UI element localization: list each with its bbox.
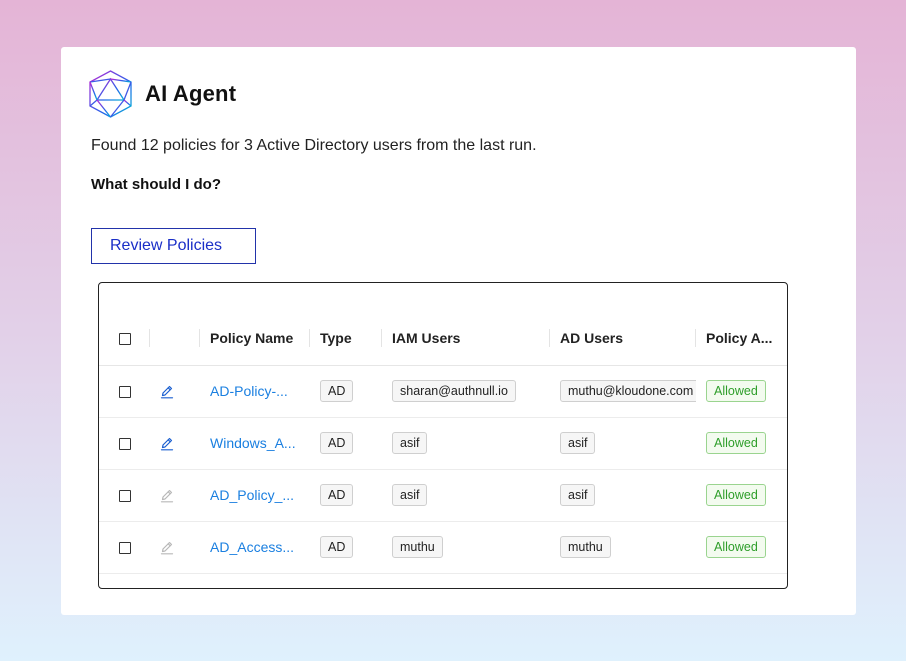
select-all-header xyxy=(99,311,150,366)
iam-user-tag: asif xyxy=(392,484,428,506)
column-header-policy-access[interactable]: Policy A... xyxy=(696,311,787,366)
row-checkbox[interactable] xyxy=(119,438,131,451)
edit-icon[interactable] xyxy=(160,539,174,555)
row-checkbox[interactable] xyxy=(119,386,131,399)
table-header-row: Policy Name Type IAM Users AD Users Poli… xyxy=(99,311,787,366)
policy-name-link[interactable]: AD_Policy_... xyxy=(210,487,294,503)
ai-agent-card: AI Agent Found 12 policies for 3 Active … xyxy=(61,47,856,615)
policies-table: Policy Name Type IAM Users AD Users Poli… xyxy=(98,282,788,589)
table-row: AD_Policy_... AD asif asif Allowed xyxy=(99,469,787,522)
row-checkbox[interactable] xyxy=(119,542,131,555)
type-tag: AD xyxy=(320,432,354,454)
edit-column-header xyxy=(150,311,200,366)
ad-user-tag: asif xyxy=(560,484,596,506)
table-row: AD-Policy-... AD sharan@authnull.io muth… xyxy=(99,365,787,418)
iam-user-tag: sharan@authnull.io xyxy=(392,380,516,402)
edit-icon[interactable] xyxy=(160,487,174,503)
review-policies-button[interactable]: Review Policies xyxy=(91,228,256,264)
agent-title: AI Agent xyxy=(145,81,237,106)
iam-user-tag: asif xyxy=(392,432,428,454)
policy-name-link[interactable]: AD-Policy-... xyxy=(210,383,288,399)
type-tag: AD xyxy=(320,484,354,506)
column-header-type[interactable]: Type xyxy=(310,311,382,366)
column-header-iam-users[interactable]: IAM Users xyxy=(382,311,550,366)
ad-user-tag: asif xyxy=(560,432,596,454)
type-tag: AD xyxy=(320,380,354,402)
table-row: Windows_A... AD asif asif Allowed xyxy=(99,417,787,470)
edit-icon[interactable] xyxy=(160,435,174,451)
agent-question: What should I do? xyxy=(91,176,221,193)
iam-user-tag: muthu xyxy=(392,536,443,558)
column-header-policy-name[interactable]: Policy Name xyxy=(200,311,310,366)
select-all-checkbox[interactable] xyxy=(119,333,131,346)
column-header-ad-users[interactable]: AD Users xyxy=(550,311,696,366)
type-tag: AD xyxy=(320,536,354,558)
policy-name-link[interactable]: Windows_A... xyxy=(210,435,296,451)
agent-header: AI Agent xyxy=(88,69,236,119)
policy-name-link[interactable]: AD_Access... xyxy=(210,539,294,555)
agent-message: Found 12 policies for 3 Active Directory… xyxy=(91,137,537,154)
ad-user-tag: muthu@kloudone.com xyxy=(560,380,696,402)
status-badge: Allowed xyxy=(706,536,766,558)
row-checkbox[interactable] xyxy=(119,490,131,503)
edit-icon[interactable] xyxy=(160,383,174,399)
table-row: AD_Access... AD muthu muthu Allowed xyxy=(99,521,787,574)
ad-user-tag: muthu xyxy=(560,536,611,558)
status-badge: Allowed xyxy=(706,432,766,454)
polyhedron-logo-icon xyxy=(89,70,132,118)
status-badge: Allowed xyxy=(706,484,766,506)
status-badge: Allowed xyxy=(706,380,766,402)
